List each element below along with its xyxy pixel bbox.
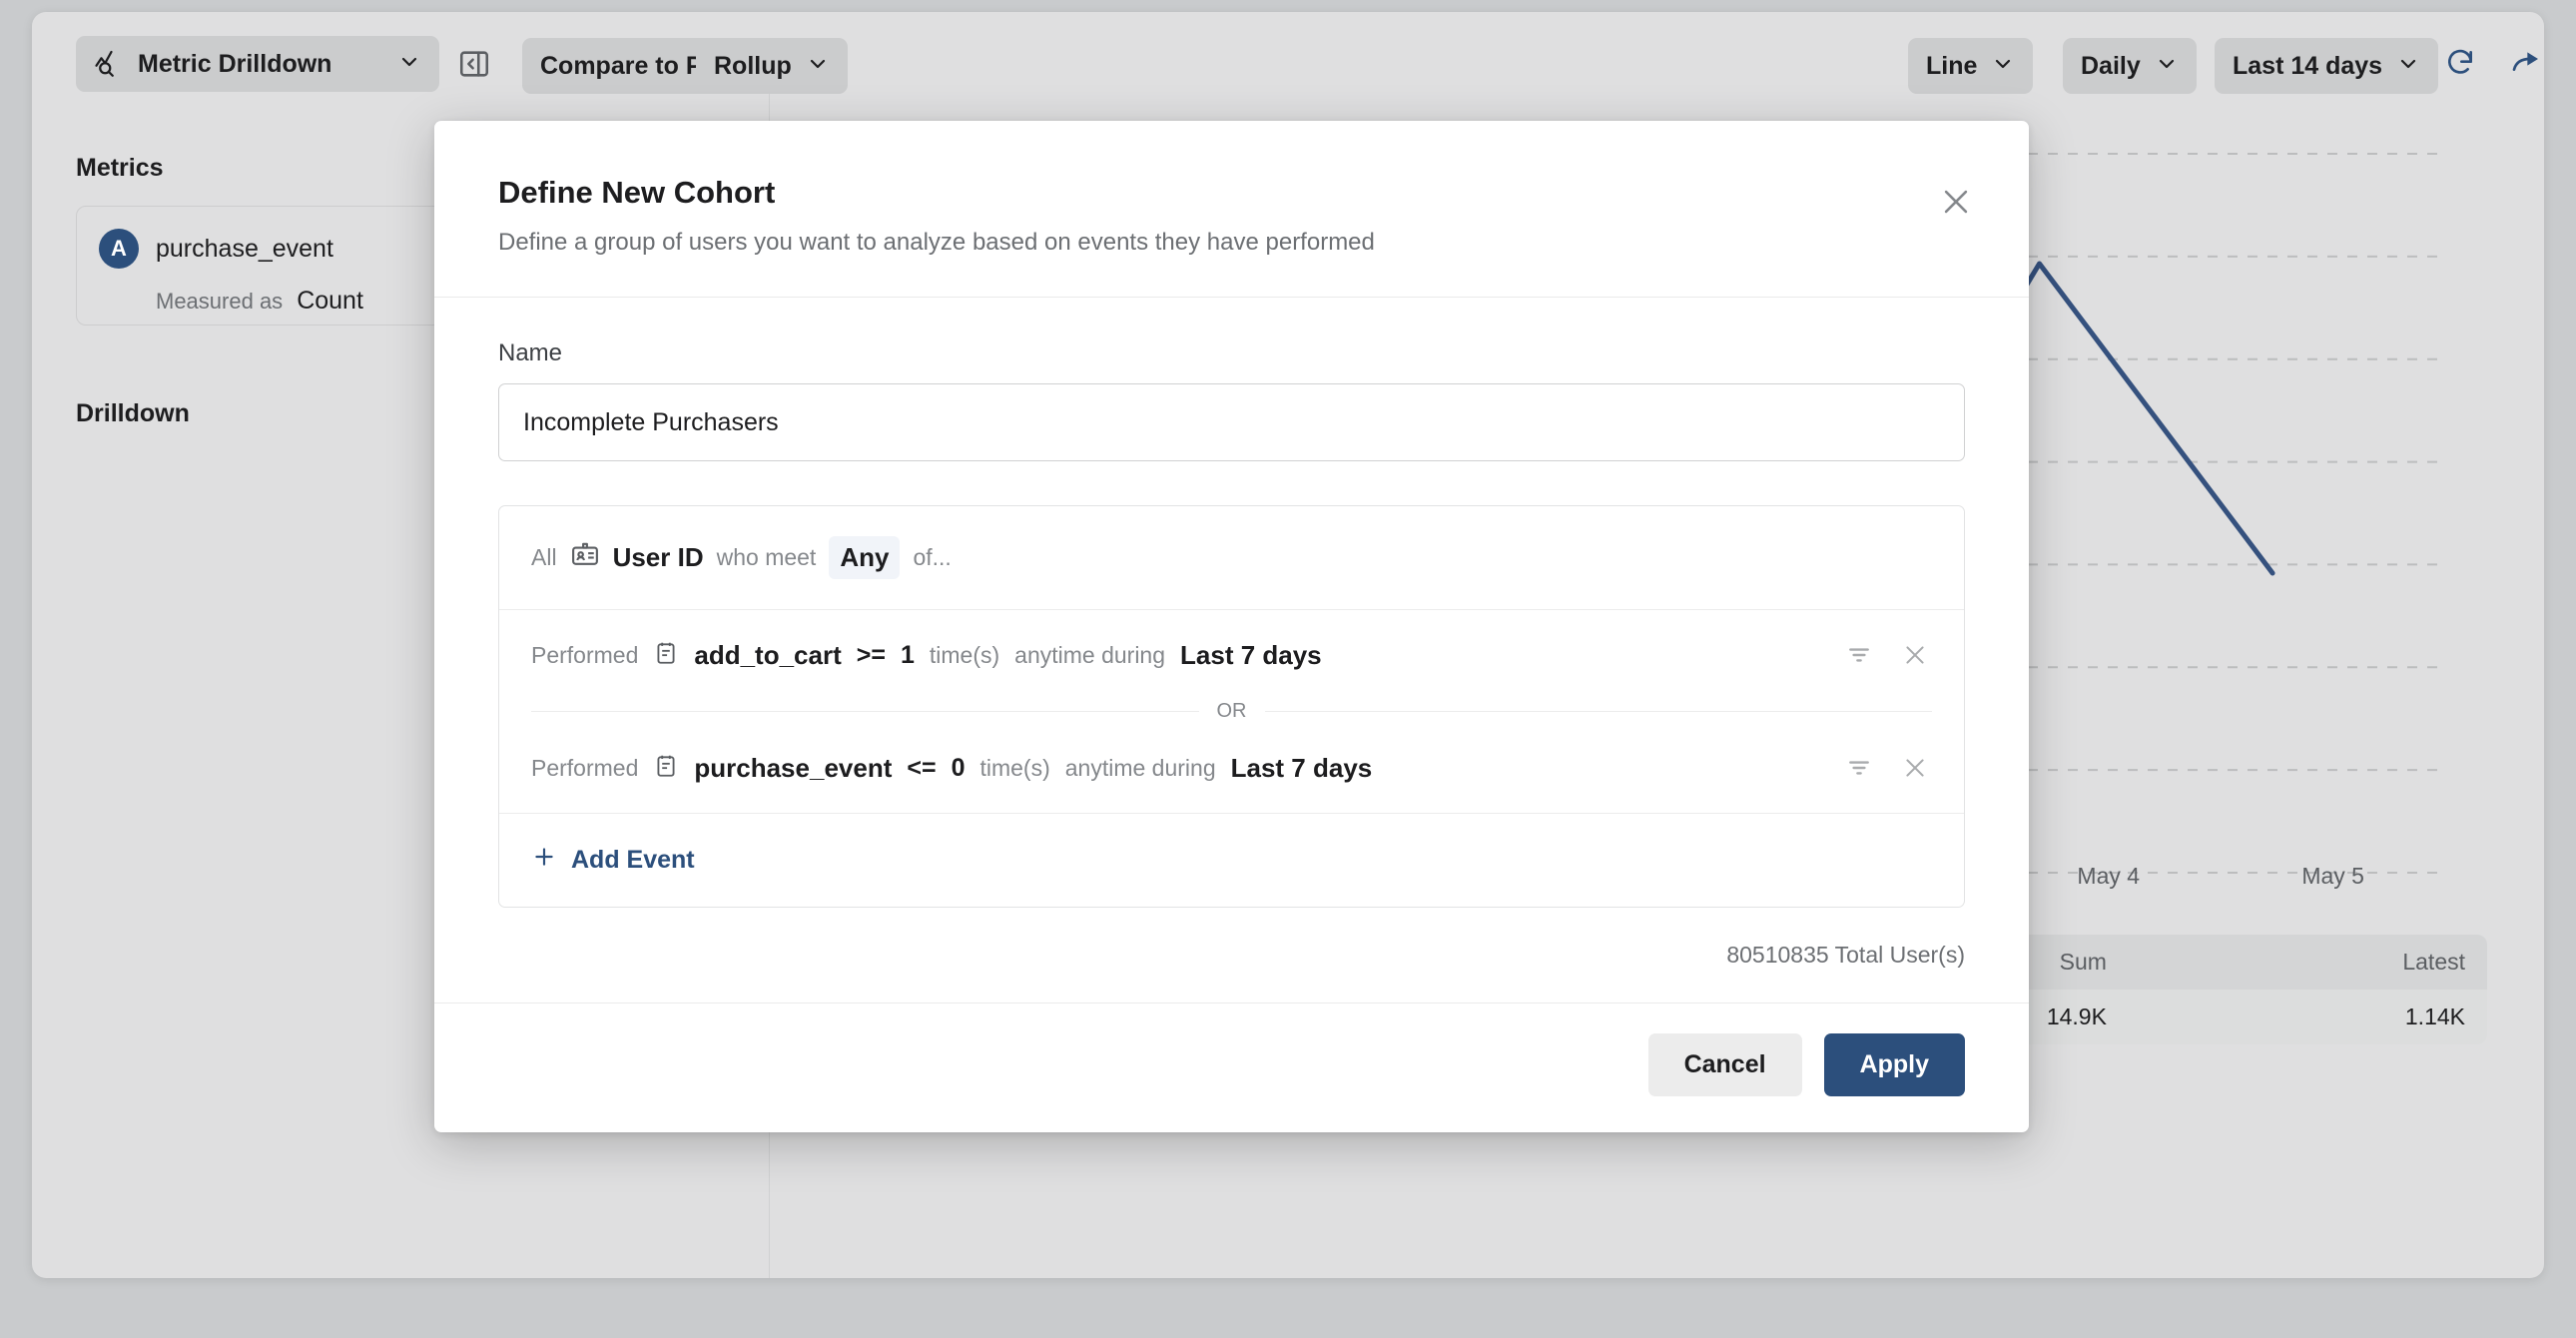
entity-selector[interactable]: User ID <box>613 542 704 573</box>
define-new-cohort-modal: Define New Cohort Define a group of user… <box>434 121 2029 1132</box>
performed-label: Performed <box>531 641 639 668</box>
who-meet-label: who meet <box>716 544 817 570</box>
or-divider: OR <box>499 700 1964 723</box>
chevron-down-icon <box>806 52 830 81</box>
divider-line-right <box>1264 711 1932 712</box>
metric-header-row: A purchase_event <box>99 229 333 269</box>
operator-selector[interactable]: <= <box>907 754 936 783</box>
chevron-down-icon <box>2155 52 2179 81</box>
measured-as-label: Measured as <box>156 289 284 314</box>
modal-body: Name All User ID <box>434 298 2029 1003</box>
granularity-label: Daily <box>2081 51 2141 80</box>
metric-name: purchase_event <box>156 234 333 263</box>
add-event-button[interactable]: Add Event <box>531 844 695 877</box>
granularity-select[interactable]: Daily <box>2063 38 2197 94</box>
panel-collapse-toggle[interactable] <box>455 45 493 83</box>
condition-row: Performed add_to_cart >= 1 time(s) anyti… <box>499 610 1964 700</box>
filter-icon[interactable] <box>1842 638 1876 672</box>
times-label: time(s) <box>979 754 1050 781</box>
metric-drilldown-select[interactable]: Metric Drilldown <box>76 36 439 92</box>
condition-row: Performed purchase_event <= 0 time(s) an… <box>499 723 1964 813</box>
anytime-during-label: anytime during <box>1014 641 1166 668</box>
time-window-selector[interactable]: Last 7 days <box>1231 753 1373 784</box>
table-cell: 1.14K <box>2128 990 2487 1044</box>
table-column-header: Latest <box>2128 935 2487 990</box>
total-users-count: 80510835 Total User(s) <box>1726 942 1965 968</box>
close-icon[interactable] <box>1933 179 1979 225</box>
x-axis-tick-label: May 5 <box>2301 863 2364 889</box>
condition-row-actions <box>1842 751 1932 785</box>
count-input[interactable]: 1 <box>901 641 915 670</box>
date-range-label: Last 14 days <box>2233 51 2383 80</box>
toolbar: Metric Drilldown Compare to Past Rollup <box>32 12 2544 94</box>
name-field-label: Name <box>498 339 563 366</box>
metric-measured-as-row: Measured as Count <box>156 287 363 316</box>
refresh-button[interactable] <box>2440 43 2480 83</box>
chart-type-select[interactable]: Line <box>1908 38 2034 94</box>
remove-condition-icon[interactable] <box>1898 638 1932 672</box>
add-event-row: Add Event <box>499 813 1964 907</box>
performed-label: Performed <box>531 754 639 781</box>
event-name-selector[interactable]: purchase_event <box>694 753 892 784</box>
all-label: All <box>531 544 557 570</box>
chevron-down-icon <box>2396 52 2420 81</box>
metric-drilldown-label: Metric Drilldown <box>138 49 332 78</box>
share-button[interactable] <box>2506 43 2544 83</box>
chart-type-label: Line <box>1926 51 1978 80</box>
chevron-down-icon <box>1991 52 2015 81</box>
metric-badge: A <box>99 229 139 269</box>
drilldown-section-title: Drilldown <box>76 399 190 427</box>
divider-line-left <box>531 711 1199 712</box>
remove-condition-icon[interactable] <box>1898 751 1932 785</box>
cohort-definition-box: All User ID who meet Any of... Performed… <box>498 505 1965 908</box>
event-name-selector[interactable]: add_to_cart <box>694 640 841 671</box>
count-input[interactable]: 0 <box>952 754 966 783</box>
modal-subtitle: Define a group of users you want to anal… <box>498 229 1375 256</box>
event-icon <box>653 753 679 784</box>
time-window-selector[interactable]: Last 7 days <box>1180 640 1322 671</box>
metrics-section-title: Metrics <box>76 154 164 182</box>
cohort-header-row: All User ID who meet Any of... <box>499 506 1964 610</box>
x-axis-tick-label: May 4 <box>2077 863 2141 889</box>
metric-drilldown-icon <box>94 47 124 82</box>
operator-selector[interactable]: >= <box>857 641 886 670</box>
times-label: time(s) <box>929 641 1000 668</box>
add-event-label: Add Event <box>571 846 695 874</box>
user-id-icon <box>570 540 600 575</box>
condition-row-actions <box>1842 638 1932 672</box>
app-shell: Metric Drilldown Compare to Past Rollup <box>32 12 2544 1278</box>
apply-button[interactable]: Apply <box>1823 1033 1965 1096</box>
rollup-select[interactable]: Rollup <box>696 38 848 94</box>
plus-icon <box>531 844 557 877</box>
filter-icon[interactable] <box>1842 751 1876 785</box>
modal-title: Define New Cohort <box>498 175 776 210</box>
chevron-down-icon <box>397 50 421 79</box>
date-range-select[interactable]: Last 14 days <box>2215 38 2439 94</box>
event-icon <box>653 640 679 671</box>
rollup-label: Rollup <box>714 51 792 80</box>
modal-header: Define New Cohort Define a group of user… <box>434 121 2029 298</box>
match-type-selector[interactable]: Any <box>829 536 901 579</box>
cohort-name-input[interactable] <box>498 383 1965 461</box>
measured-as-value[interactable]: Count <box>297 287 363 316</box>
of-label: of... <box>913 544 952 570</box>
anytime-during-label: anytime during <box>1064 754 1216 781</box>
or-label: OR <box>1216 700 1247 722</box>
modal-footer: Cancel Apply <box>434 1003 2029 1132</box>
cancel-button[interactable]: Cancel <box>1647 1033 1802 1096</box>
